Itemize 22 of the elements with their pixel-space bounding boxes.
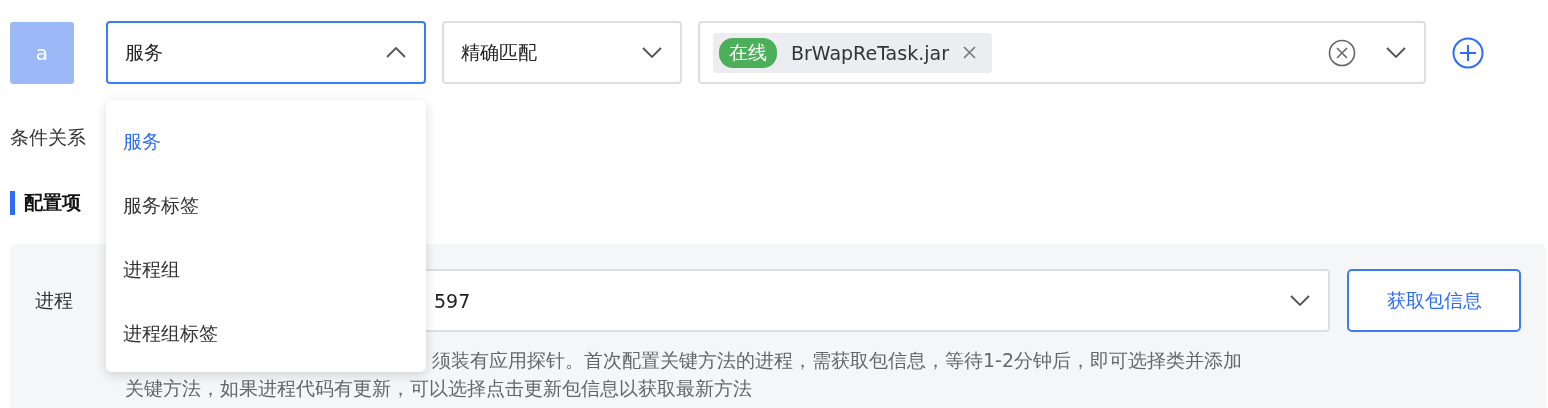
close-icon[interactable] xyxy=(962,46,976,59)
section-marker xyxy=(10,191,15,215)
match-select[interactable]: 精确匹配 xyxy=(442,21,682,84)
hint-text: 关键方法，如果进程代码有更新，可以选择点击更新包信息以获取最新方法 xyxy=(125,377,752,399)
clear-icon[interactable] xyxy=(1328,38,1356,67)
caret-down-icon xyxy=(1386,47,1406,58)
dropdown-option[interactable]: 服务 xyxy=(106,110,426,174)
field-select[interactable]: 服务 xyxy=(106,21,426,84)
value-select[interactable]: 在线 BrWapReTask.jar xyxy=(698,21,1426,84)
dropdown-option[interactable]: 服务标签 xyxy=(106,174,426,238)
add-icon[interactable] xyxy=(1452,36,1484,69)
condition-label: 条件关系 xyxy=(10,125,86,150)
caret-up-icon xyxy=(386,47,406,58)
section-title: 配置项 xyxy=(24,190,81,215)
hint-text: 须装有应用探针。首次配置关键方法的进程，需获取包信息，等待1-2分钟后，即可选择类并添加 xyxy=(432,349,1243,371)
tag-label: BrWapReTask.jar xyxy=(791,41,949,64)
avatar: a xyxy=(10,21,74,84)
status-badge: 在线 xyxy=(719,37,777,68)
caret-down-icon xyxy=(642,47,662,58)
process-label: 进程 xyxy=(35,287,74,313)
caret-down-icon xyxy=(1290,295,1310,306)
fetch-info-button[interactable]: 获取包信息 xyxy=(1347,269,1521,332)
